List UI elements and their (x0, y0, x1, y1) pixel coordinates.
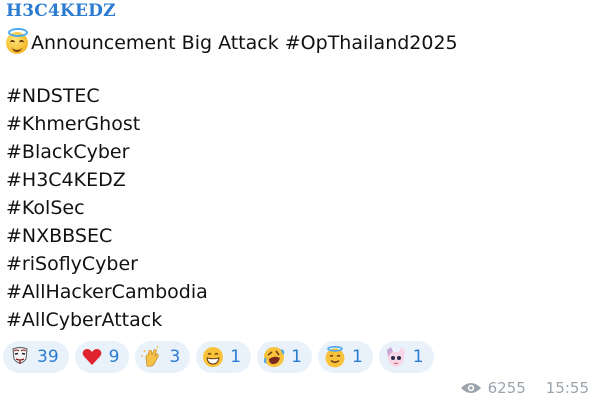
reaction-bar: 39 9 3 1 1 1 1 (3, 341, 434, 373)
reaction-count: 39 (37, 347, 59, 367)
reaction-count: 9 (108, 347, 120, 367)
hashtag-link[interactable]: #KhmerGhost (6, 110, 208, 138)
hashtag-link[interactable]: #NDSTEC (6, 82, 208, 110)
reaction-halo[interactable]: 1 (317, 341, 373, 373)
hashtag-link[interactable]: #KolSec (6, 194, 208, 222)
hashtag-list: #NDSTEC #KhmerGhost #BlackCyber #H3C4KED… (6, 82, 208, 334)
hashtag-link[interactable]: #H3C4KEDZ (6, 166, 208, 194)
announcement-line: Announcement Big Attack #OpThailand2025 (6, 28, 458, 57)
view-count: 6255 (487, 379, 526, 397)
hashtag-link[interactable]: #AllHackerCambodia (6, 278, 208, 306)
reaction-sticker[interactable]: 1 (378, 341, 434, 373)
message-time: 15:55 (545, 379, 589, 397)
clapping-hands-icon (141, 346, 163, 368)
anonymous-mask-icon (9, 346, 31, 368)
reaction-anonymous-mask[interactable]: 39 (3, 341, 69, 373)
reaction-count: 1 (412, 347, 424, 367)
hashtag-link[interactable]: #riSoflyCyber (6, 250, 208, 278)
hashtag-link[interactable]: #BlackCyber (6, 138, 208, 166)
red-heart-icon (81, 346, 103, 368)
reaction-clap[interactable]: 3 (135, 341, 191, 373)
message-meta: 6255 15:55 (460, 378, 589, 398)
halo-face-icon (6, 28, 28, 54)
reaction-count: 1 (351, 347, 363, 367)
hashtag-link[interactable]: #AllCyberAttack (6, 306, 208, 334)
reaction-heart[interactable]: 9 (74, 341, 130, 373)
reaction-rofl[interactable]: 1 (257, 341, 312, 373)
announcement-text: Announcement Big Attack #OpThailand2025 (31, 32, 458, 54)
reaction-count: 1 (230, 347, 242, 367)
anime-sticker-icon (385, 346, 407, 368)
eye-icon (460, 377, 482, 399)
rofl-face-icon (263, 346, 285, 368)
reaction-count: 1 (291, 347, 302, 367)
reaction-count: 3 (169, 347, 181, 367)
hashtag-link[interactable]: #NXBBSEC (6, 222, 208, 250)
channel-message: H3C4KEDZ Announcement Big Attack #OpThai… (0, 0, 597, 400)
grinning-face-icon (202, 346, 224, 368)
halo-face-icon (324, 346, 346, 368)
reaction-grin[interactable]: 1 (196, 341, 252, 373)
sender-name[interactable]: H3C4KEDZ (6, 1, 116, 21)
